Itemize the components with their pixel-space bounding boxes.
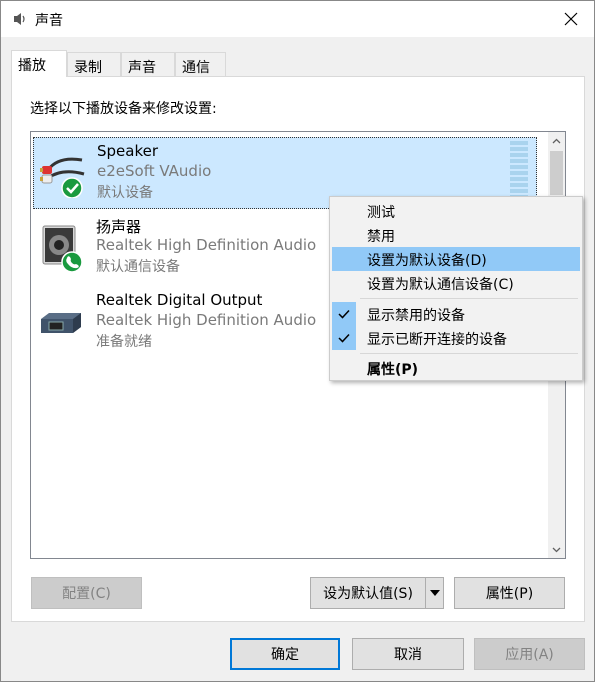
chevron-down-icon: [552, 547, 561, 552]
tab-label: 通信: [182, 60, 210, 76]
apply-button[interactable]: 应用(A): [474, 638, 585, 670]
device-name: Realtek Digital Output: [96, 291, 263, 309]
menu-label: 显示已断开连接的设备: [367, 332, 507, 348]
menu-label: 设置为默认设备(D): [367, 253, 487, 269]
menu-label: 属性(P): [367, 362, 419, 378]
menu-item-show-disabled[interactable]: 显示禁用的设备: [332, 302, 580, 326]
set-default-dropdown[interactable]: [425, 578, 443, 608]
checkmark-icon: [338, 333, 350, 343]
tab-label: 声音: [128, 60, 156, 76]
instruction-text: 选择以下播放设备来修改设置:: [30, 101, 217, 117]
device-name: 扬声器: [96, 218, 142, 236]
scroll-up-button[interactable]: [548, 132, 565, 149]
properties-button[interactable]: 属性(P): [454, 577, 565, 609]
device-description: Realtek High Definition Audio: [96, 236, 317, 254]
checkmark-cell: [332, 326, 356, 350]
scroll-down-button[interactable]: [548, 541, 565, 558]
menu-separator: [360, 298, 578, 299]
tab-recording[interactable]: 录制: [67, 52, 121, 76]
button-label: 应用(A): [505, 647, 554, 663]
menu-item-set-default[interactable]: 设置为默认设备(D): [332, 247, 580, 271]
device-status: 默认通信设备: [96, 259, 180, 275]
caret-down-icon: [429, 590, 440, 596]
device-name: Speaker: [97, 142, 159, 160]
menu-label: 显示禁用的设备: [367, 308, 465, 324]
checkmark-icon: [338, 309, 350, 319]
speaker-app-icon: [14, 13, 25, 25]
button-label: 属性(P): [485, 586, 534, 602]
ok-button[interactable]: 确定: [230, 638, 340, 670]
rca-cable-icon: [40, 157, 85, 198]
sound-dialog: 声音 播放 录制 声音 通信 选择以下播放设备来修改设置: Speaker e2…: [0, 0, 595, 682]
device-status: 准备就绪: [96, 334, 152, 350]
cancel-button[interactable]: 取消: [352, 638, 464, 670]
close-button[interactable]: [548, 1, 594, 37]
menu-label: 禁用: [367, 229, 395, 245]
device-description: Realtek High Definition Audio: [96, 311, 317, 329]
button-label: 设为默认值(S): [323, 586, 413, 602]
digital-output-icon: [41, 313, 81, 333]
chevron-up-icon: [552, 138, 561, 143]
set-default-button[interactable]: 设为默认值(S): [310, 577, 444, 609]
close-icon: [564, 12, 578, 26]
tab-playback[interactable]: 播放: [11, 50, 67, 77]
tab-sounds[interactable]: 声音: [121, 52, 175, 76]
speaker-device-icon: [42, 225, 83, 272]
device-description: e2eSoft VAudio: [97, 162, 212, 180]
menu-item-show-disconnected[interactable]: 显示已断开连接的设备: [332, 326, 580, 350]
configure-button[interactable]: 配置(C): [31, 577, 142, 609]
tab-label: 录制: [74, 60, 102, 76]
menu-item-properties[interactable]: 属性(P): [332, 356, 580, 380]
menu-item-test[interactable]: 测试: [332, 199, 580, 223]
menu-item-disable[interactable]: 禁用: [332, 223, 580, 247]
menu-item-set-default-comm[interactable]: 设置为默认通信设备(C): [332, 271, 580, 295]
title-bar[interactable]: 声音: [1, 1, 594, 37]
tab-label: 播放: [18, 58, 46, 74]
menu-label: 测试: [367, 205, 395, 221]
button-label: 取消: [394, 647, 422, 663]
checkmark-cell: [332, 302, 356, 326]
button-label: 配置(C): [62, 586, 111, 602]
tab-communications[interactable]: 通信: [175, 52, 226, 76]
window-title: 声音: [35, 13, 63, 29]
scroll-thumb[interactable]: [550, 151, 563, 195]
menu-label: 设置为默认通信设备(C): [367, 277, 514, 293]
context-menu: 测试 禁用 设置为默认设备(D) 设置为默认通信设备(C) 显示禁用的设备 显示…: [329, 196, 583, 381]
menu-separator: [360, 353, 578, 354]
button-label: 确定: [271, 647, 299, 663]
device-status: 默认设备: [97, 185, 153, 201]
